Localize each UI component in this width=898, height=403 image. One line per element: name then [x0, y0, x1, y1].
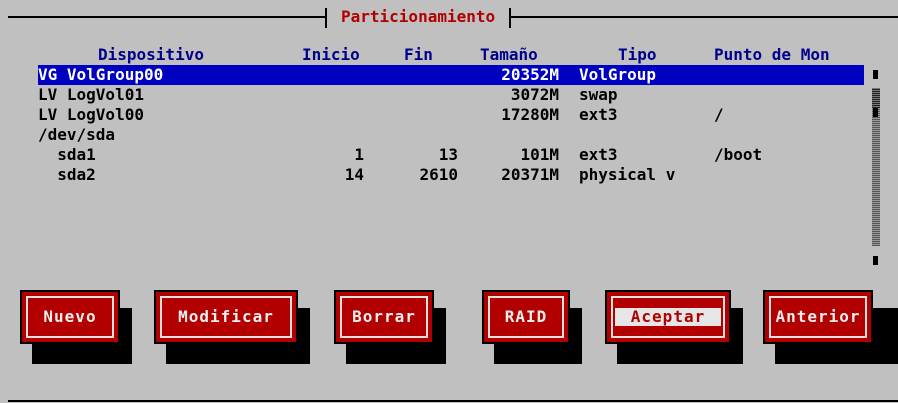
table-row[interactable]: LV LogVol00 17280M ext3 /	[38, 105, 864, 125]
scroll-up-arrow-icon[interactable]	[873, 70, 878, 79]
header-size: Tamaño	[480, 45, 538, 64]
accept-button-label: Aceptar	[615, 308, 721, 326]
dialog-title: Particionamiento	[341, 7, 496, 26]
scroll-down-arrow-icon[interactable]	[873, 256, 878, 265]
cell-device: /dev/sda	[38, 125, 116, 144]
delete-button-label: Borrar	[352, 307, 416, 326]
raid-button-label: RAID	[504, 307, 548, 326]
table-row[interactable]: /dev/sda	[38, 125, 864, 145]
cell-device: sda1	[38, 145, 96, 164]
new-button-label: Nuevo	[43, 307, 97, 326]
cell-type: VolGroup	[579, 65, 657, 84]
modify-button-label: Modificar	[178, 307, 274, 326]
partition-list[interactable]: VG VolGroup00 20352M VolGroup LV LogVol0…	[38, 65, 864, 185]
cell-device: sda2	[38, 165, 96, 184]
cell-end: 2610	[419, 165, 458, 184]
cell-device: VG VolGroup00	[38, 65, 164, 84]
cell-device: LV LogVol00	[38, 105, 144, 124]
cell-size: 17280M	[501, 105, 559, 124]
cell-type: swap	[579, 85, 618, 104]
previous-button[interactable]: Anterior	[763, 290, 898, 364]
header-start: Inicio	[302, 45, 360, 64]
header-type: Tipo	[618, 45, 657, 64]
cell-type: physical v	[579, 165, 676, 184]
cell-start: 14	[344, 165, 364, 184]
partition-dialog: Particionamiento Dispositivo Inicio Fin …	[8, 7, 898, 402]
cell-start: 1	[354, 145, 364, 164]
header-device: Dispositivo	[98, 45, 204, 64]
cell-mount: /boot	[714, 145, 763, 164]
cell-mount: /	[714, 105, 724, 124]
cell-device: LV LogVol01	[38, 85, 144, 104]
modify-button[interactable]: Modificar	[154, 290, 310, 364]
table-row[interactable]: LV LogVol01 3072M swap	[38, 85, 864, 105]
table-row[interactable]: VG VolGroup00 20352M VolGroup	[38, 65, 864, 85]
title-left-tick	[325, 8, 327, 28]
cell-size: 20371M	[501, 165, 559, 184]
raid-button[interactable]: RAID	[482, 290, 582, 364]
header-end: Fin	[404, 45, 433, 64]
previous-button-label: Anterior	[775, 307, 861, 326]
scroll-marker-icon	[873, 108, 878, 117]
new-button[interactable]: Nuevo	[20, 290, 132, 364]
cell-size: 20352M	[501, 65, 559, 84]
delete-button[interactable]: Borrar	[334, 290, 446, 364]
cell-end: 13	[438, 145, 458, 164]
dialog-title-bar: Particionamiento	[325, 7, 512, 28]
table-header: Dispositivo Inicio Fin Tamaño Tipo Punto…	[8, 45, 888, 65]
cell-type: ext3	[579, 145, 618, 164]
cell-size: 3072M	[510, 85, 559, 104]
cell-size: 101M	[520, 145, 559, 164]
header-mount: Punto de Mon	[714, 45, 830, 64]
cell-type: ext3	[579, 105, 618, 124]
list-scrollbar[interactable]	[872, 70, 880, 266]
scrollbar-thumb[interactable]	[872, 88, 880, 108]
table-row[interactable]: sda1 1 13 101M ext3 /boot	[38, 145, 864, 165]
table-row[interactable]: sda2 14 2610 20371M physical v	[38, 165, 864, 185]
title-right-tick	[509, 8, 512, 28]
dialog-bottom-border	[8, 400, 898, 402]
accept-button[interactable]: Aceptar	[605, 290, 743, 364]
